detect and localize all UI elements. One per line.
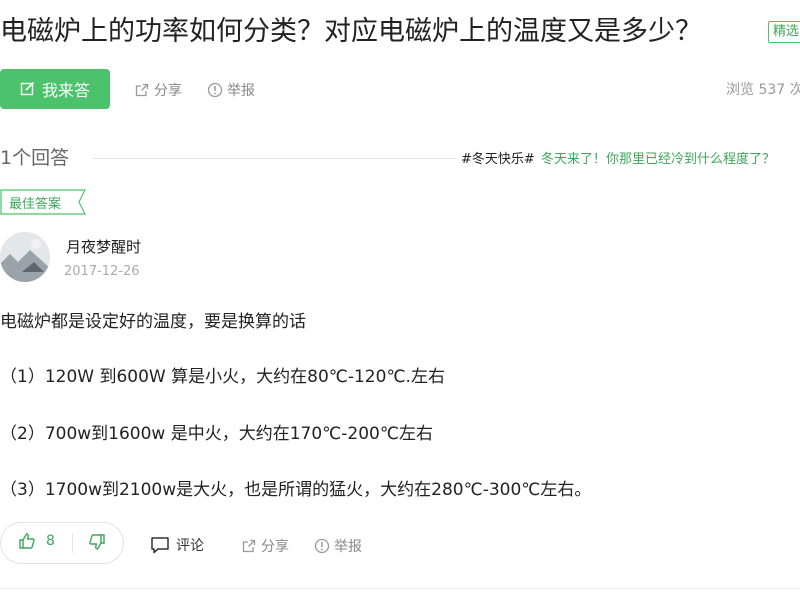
best-answer-label: 最佳答案 [9,197,62,212]
answer-button[interactable]: 我来答 [0,69,110,109]
share-icon [135,83,149,97]
alert-circle-icon [314,538,330,554]
comment-icon [151,537,169,554]
comment-label: 评论 [176,538,204,554]
divider [92,158,456,159]
report-label: 举报 [227,83,255,99]
dislike-button[interactable] [88,533,106,555]
view-count: 浏览 537 次 [726,82,800,98]
share-label: 分享 [154,83,182,99]
report-button[interactable]: 举报 [207,80,255,100]
bottom-divider [0,588,800,589]
thumbs-down-icon [89,534,105,550]
avatar[interactable] [0,232,50,282]
hashtag[interactable]: #冬天快乐# [461,148,535,167]
answer-date: 2017-12-26 [64,264,140,279]
comment-button[interactable]: 评论 [150,535,204,555]
edit-icon [20,81,35,96]
answer-paragraph: （1）120W 到600W 算是小火，大约在80℃-120℃.左右 [0,367,445,387]
author-name[interactable]: 月夜梦醒时 [66,236,141,257]
answer-paragraph: 电磁炉都是设定好的温度，要是换算的话 [0,312,306,332]
question-title: 电磁炉上的功率如何分类？对应电磁炉上的温度又是多少？ [0,16,702,47]
answer-share-label: 分享 [261,539,289,555]
answer-share-button[interactable]: 分享 [241,536,289,556]
hashtag-topic-link[interactable]: 冬天来了！你那里已经冷到什么程度了？ [541,148,775,167]
share-icon [242,539,256,553]
vote-separator [72,533,73,553]
like-button[interactable]: 8 [18,532,55,550]
avatar-image [0,232,50,282]
alert-circle-icon [207,82,223,98]
answer-report-label: 举报 [334,539,362,555]
answer-report-button[interactable]: 举报 [314,536,362,556]
answer-paragraph: （2）700w到1600w 是中火，大约在170℃-200℃左右 [0,424,433,444]
answer-count: 1个回答 [0,147,70,169]
answer-paragraph: （3）1700w到2100w是大火，也是所谓的猛火，大约在280℃-300℃左右… [0,480,592,500]
thumbs-up-icon [19,533,35,549]
like-count: 8 [46,533,55,549]
share-button[interactable]: 分享 [134,80,182,100]
best-answer-badge: 最佳答案 [0,189,86,215]
answer-button-label: 我来答 [41,81,90,100]
featured-badge: 精选 [768,21,800,43]
